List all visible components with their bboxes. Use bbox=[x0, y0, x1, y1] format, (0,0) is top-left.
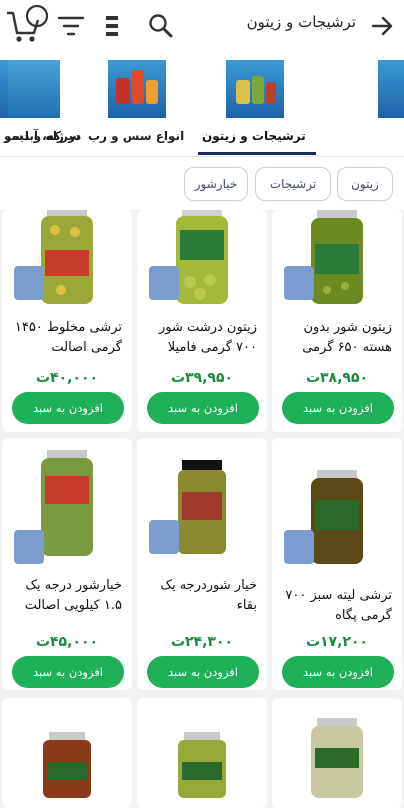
product-name: زیتون درشت شور ۷۰۰ گرمی فامیلا bbox=[159, 320, 257, 355]
category-vinegar[interactable]: سرکه، آبلیمو bbox=[0, 52, 80, 156]
add-to-cart-button[interactable]: افزودن به سبد bbox=[12, 656, 124, 688]
back-arrow-icon[interactable] bbox=[368, 12, 396, 40]
product-name: ترشی لیته سبز ۷۰۰ گرمی پگاه bbox=[285, 588, 392, 623]
product-image bbox=[137, 210, 267, 318]
product-image bbox=[137, 732, 267, 808]
product-card[interactable]: زیتون درشت شور ۷۰۰ گرمی فامیلا ۳۹,۹۵۰ت ا… bbox=[137, 210, 267, 432]
product-card[interactable]: ترشی مخلوط ۱۴۵۰ گرمی اصالت ۴۰,۰۰۰ت افزود… bbox=[2, 210, 132, 432]
sofreno-badge-icon bbox=[14, 266, 44, 300]
product-name: ترشی مخلوط ۱۴۵۰ گرمی اصالت bbox=[14, 320, 122, 355]
product-card[interactable]: زیتون شور بدون هسته ۶۵۰ گرمی ۳۸,۹۵۰ت افز… bbox=[272, 210, 402, 432]
product-card[interactable]: ترشی لیته سبز ۷۰۰ گرمی پگاه ۱۷,۲۰۰ت افزو… bbox=[272, 438, 402, 690]
category-thumb bbox=[108, 60, 166, 118]
product-image bbox=[2, 732, 132, 808]
add-to-cart-button[interactable]: افزودن به سبد bbox=[282, 392, 394, 424]
active-category-indicator bbox=[198, 152, 316, 155]
product-price: ۴۵,۰۰۰ت bbox=[35, 634, 99, 650]
cart-icon[interactable] bbox=[4, 3, 50, 45]
category-label: سرکه، آبلیمو bbox=[4, 129, 81, 143]
chip-cucumber-pickles[interactable]: خیارشور bbox=[184, 167, 248, 201]
product-name: خیارشور درجه یک ۱.۵ کیلویی اصالت bbox=[24, 578, 122, 613]
chip-pickles[interactable]: ترشیجات bbox=[255, 167, 331, 201]
category-thumb bbox=[378, 60, 404, 118]
product-card[interactable]: خیارشور درجه یک ۱.۵ کیلویی اصالت ۴۵,۰۰۰ت… bbox=[2, 438, 132, 690]
top-app-bar: ترشیجات و زیتون bbox=[0, 0, 404, 52]
add-to-cart-button[interactable]: افزودن به سبد bbox=[282, 656, 394, 688]
product-price: ۴۰,۰۰۰ت bbox=[35, 370, 99, 386]
add-to-cart-button[interactable]: افزودن به سبد bbox=[12, 392, 124, 424]
product-card[interactable] bbox=[272, 698, 402, 808]
product-image bbox=[272, 210, 402, 318]
more-vertical-icon[interactable] bbox=[102, 13, 122, 39]
sofreno-badge-icon bbox=[14, 530, 44, 564]
filter-chips: زیتون ترشیجات خیارشور bbox=[0, 156, 404, 210]
sofreno-badge-icon bbox=[284, 530, 314, 564]
category-next[interactable] bbox=[376, 52, 404, 156]
add-to-cart-button[interactable]: افزودن به سبد bbox=[147, 656, 259, 688]
filter-icon[interactable] bbox=[56, 13, 86, 39]
category-label: انواع سس و رب bbox=[88, 129, 185, 143]
category-carousel[interactable]: در ژله و دسر ترشیجات و زیتون انواع سس و … bbox=[0, 52, 404, 156]
category-sauces[interactable]: انواع سس و رب bbox=[86, 52, 196, 156]
product-price: ۳۹,۹۵۰ت bbox=[170, 370, 234, 386]
page-title: ترشیجات و زیتون bbox=[246, 13, 356, 31]
category-pickles-olives[interactable]: ترشیجات و زیتون bbox=[198, 52, 318, 156]
product-price: ۳۸,۹۵۰ت bbox=[305, 370, 369, 386]
sofreno-badge-icon bbox=[149, 266, 179, 300]
category-label: ترشیجات و زیتون bbox=[202, 129, 306, 143]
category-thumb bbox=[0, 60, 8, 118]
product-name: زیتون شور بدون هسته ۶۵۰ گرمی bbox=[302, 320, 392, 355]
category-thumb bbox=[226, 60, 284, 118]
product-card[interactable]: خیار شوردرجه یک بقاء ۲۴,۳۰۰ت افزودن به س… bbox=[137, 438, 267, 690]
product-image bbox=[2, 210, 132, 318]
product-image bbox=[272, 718, 402, 808]
sofreno-badge-icon bbox=[284, 266, 314, 300]
product-name: خیار شوردرجه یک بقاء bbox=[160, 578, 257, 613]
product-price: ۲۴,۳۰۰ت bbox=[170, 634, 234, 650]
product-card[interactable] bbox=[2, 698, 132, 808]
search-icon[interactable] bbox=[146, 11, 176, 41]
add-to-cart-button[interactable]: افزودن به سبد bbox=[147, 392, 259, 424]
product-card[interactable] bbox=[137, 698, 267, 808]
chip-olives[interactable]: زیتون bbox=[337, 167, 393, 201]
product-price: ۱۷,۲۰۰ت bbox=[305, 634, 369, 650]
sofreno-badge-icon bbox=[149, 520, 179, 554]
